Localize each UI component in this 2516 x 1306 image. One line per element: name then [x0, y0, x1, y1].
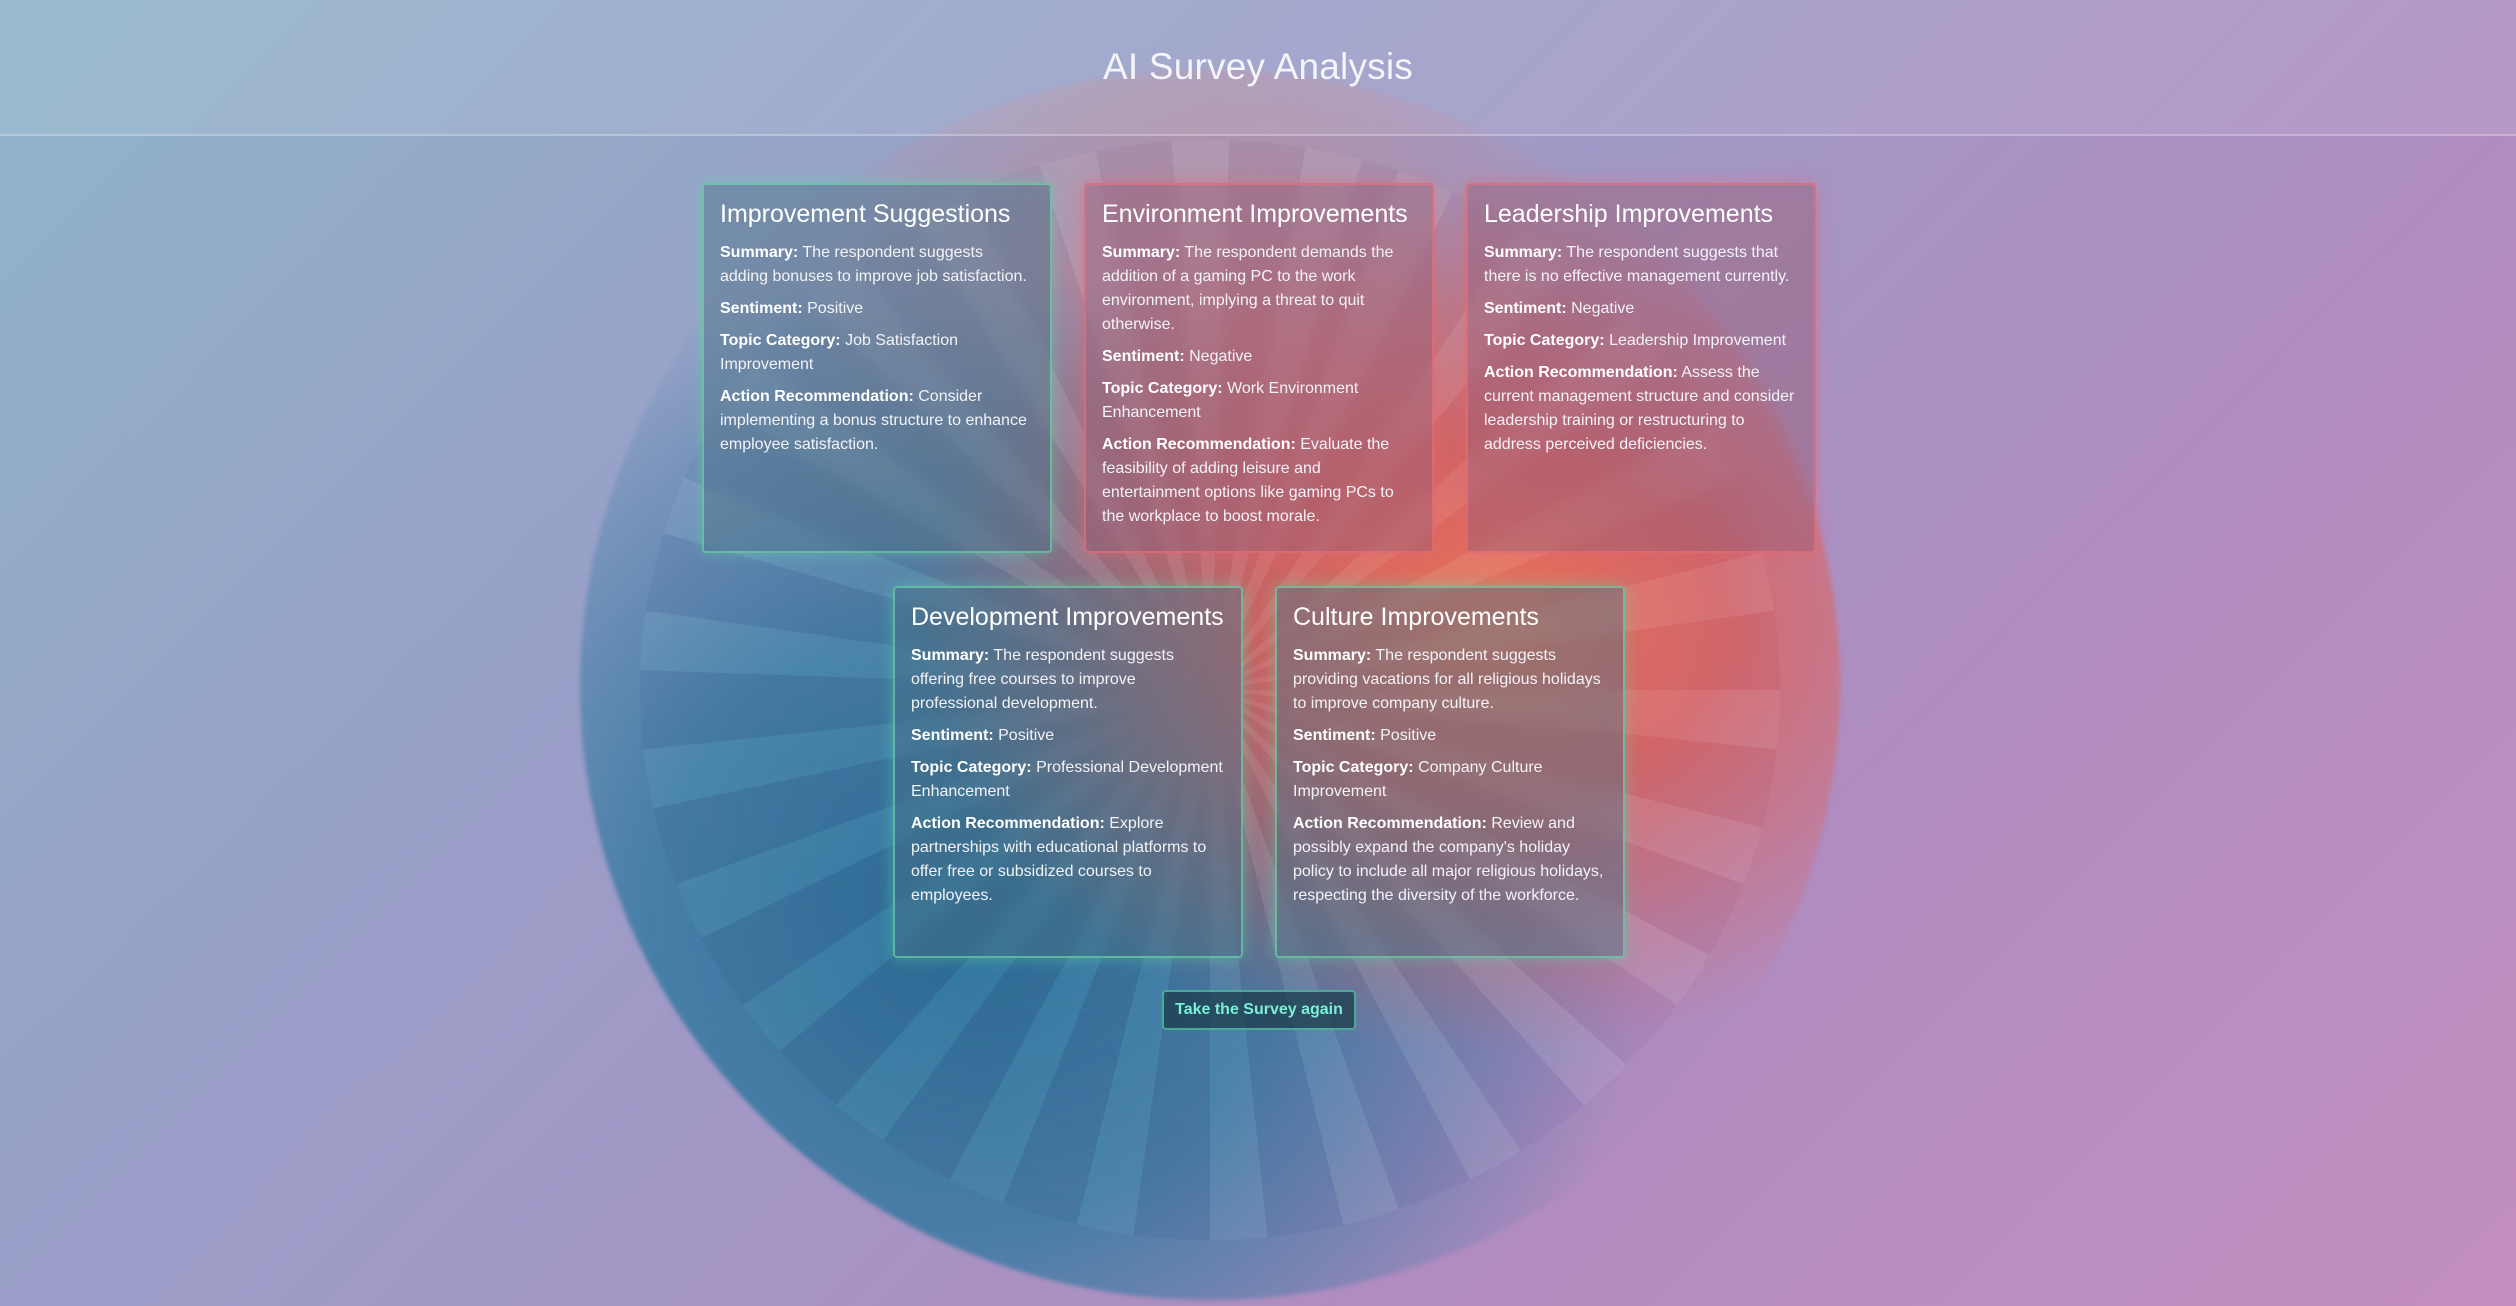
summary-label: Summary: — [720, 244, 799, 261]
action-label: Action Recommendation: — [911, 815, 1105, 832]
sentiment-value: Positive — [1380, 727, 1437, 744]
card-topic: Topic Category: Company Culture Improvem… — [1293, 756, 1607, 804]
card-title: Improvement Suggestions — [720, 200, 1011, 228]
card-summary: Summary: The respondent suggests providi… — [1293, 644, 1607, 716]
sentiment-label: Sentiment: — [911, 727, 994, 744]
topic-label: Topic Category: — [1102, 380, 1223, 397]
sentiment-value: Positive — [998, 727, 1055, 744]
topic-label: Topic Category: — [1484, 332, 1605, 349]
card-sentiment: Sentiment: Positive — [1293, 724, 1607, 748]
card-summary: Summary: The respondent suggests offerin… — [911, 644, 1225, 716]
card-action: Action Recommendation: Assess the curren… — [1484, 361, 1798, 457]
summary-label: Summary: — [911, 647, 990, 664]
sentiment-value: Negative — [1189, 348, 1253, 365]
summary-label: Summary: — [1293, 647, 1372, 664]
card-action: Action Recommendation: Consider implemen… — [720, 385, 1034, 457]
sentiment-value: Negative — [1571, 300, 1635, 317]
card-summary: Summary: The respondent demands the addi… — [1102, 241, 1416, 337]
analysis-card-leadership: Leadership Improvements Summary: The res… — [1466, 183, 1816, 553]
action-label: Action Recommendation: — [1102, 436, 1296, 453]
action-label: Action Recommendation: — [720, 388, 914, 405]
card-topic: Topic Category: Professional Development… — [911, 756, 1225, 804]
sentiment-value: Positive — [807, 300, 864, 317]
action-label: Action Recommendation: — [1484, 364, 1678, 381]
topic-label: Topic Category: — [720, 332, 841, 349]
sentiment-label: Sentiment: — [1484, 300, 1567, 317]
analysis-card-development: Development Improvements Summary: The re… — [893, 586, 1243, 958]
sentiment-label: Sentiment: — [720, 300, 803, 317]
card-sentiment: Sentiment: Negative — [1102, 345, 1416, 369]
card-title: Development Improvements — [911, 603, 1224, 631]
retake-survey-button[interactable]: Take the Survey again — [1162, 990, 1356, 1030]
action-label: Action Recommendation: — [1293, 815, 1487, 832]
card-sentiment: Sentiment: Negative — [1484, 297, 1798, 321]
card-title: Leadership Improvements — [1484, 200, 1774, 228]
card-summary: Summary: The respondent suggests that th… — [1484, 241, 1798, 289]
topic-label: Topic Category: — [911, 759, 1032, 776]
page-title: AI Survey Analysis — [1102, 46, 1413, 87]
card-title: Environment Improvements — [1102, 200, 1408, 228]
summary-label: Summary: — [1102, 244, 1181, 261]
card-title: Culture Improvements — [1293, 603, 1539, 631]
analysis-card-environment: Environment Improvements Summary: The re… — [1084, 183, 1434, 553]
card-action: Action Recommendation: Explore partnersh… — [911, 812, 1225, 908]
card-action: Action Recommendation: Evaluate the feas… — [1102, 433, 1416, 529]
page-header: AI Survey Analysis — [0, 0, 2516, 136]
analysis-card-culture: Culture Improvements Summary: The respon… — [1275, 586, 1625, 958]
analysis-card-improvement: Improvement Suggestions Summary: The res… — [702, 183, 1052, 553]
card-topic: Topic Category: Job Satisfaction Improve… — [720, 329, 1034, 377]
card-topic: Topic Category: Work Environment Enhance… — [1102, 377, 1416, 425]
summary-label: Summary: — [1484, 244, 1563, 261]
card-summary: Summary: The respondent suggests adding … — [720, 241, 1034, 289]
topic-value: Leadership Improvement — [1609, 332, 1787, 349]
card-action: Action Recommendation: Review and possib… — [1293, 812, 1607, 908]
card-sentiment: Sentiment: Positive — [911, 724, 1225, 748]
card-topic: Topic Category: Leadership Improvement — [1484, 329, 1798, 353]
topic-label: Topic Category: — [1293, 759, 1414, 776]
card-sentiment: Sentiment: Positive — [720, 297, 1034, 321]
sentiment-label: Sentiment: — [1293, 727, 1376, 744]
sentiment-label: Sentiment: — [1102, 348, 1185, 365]
